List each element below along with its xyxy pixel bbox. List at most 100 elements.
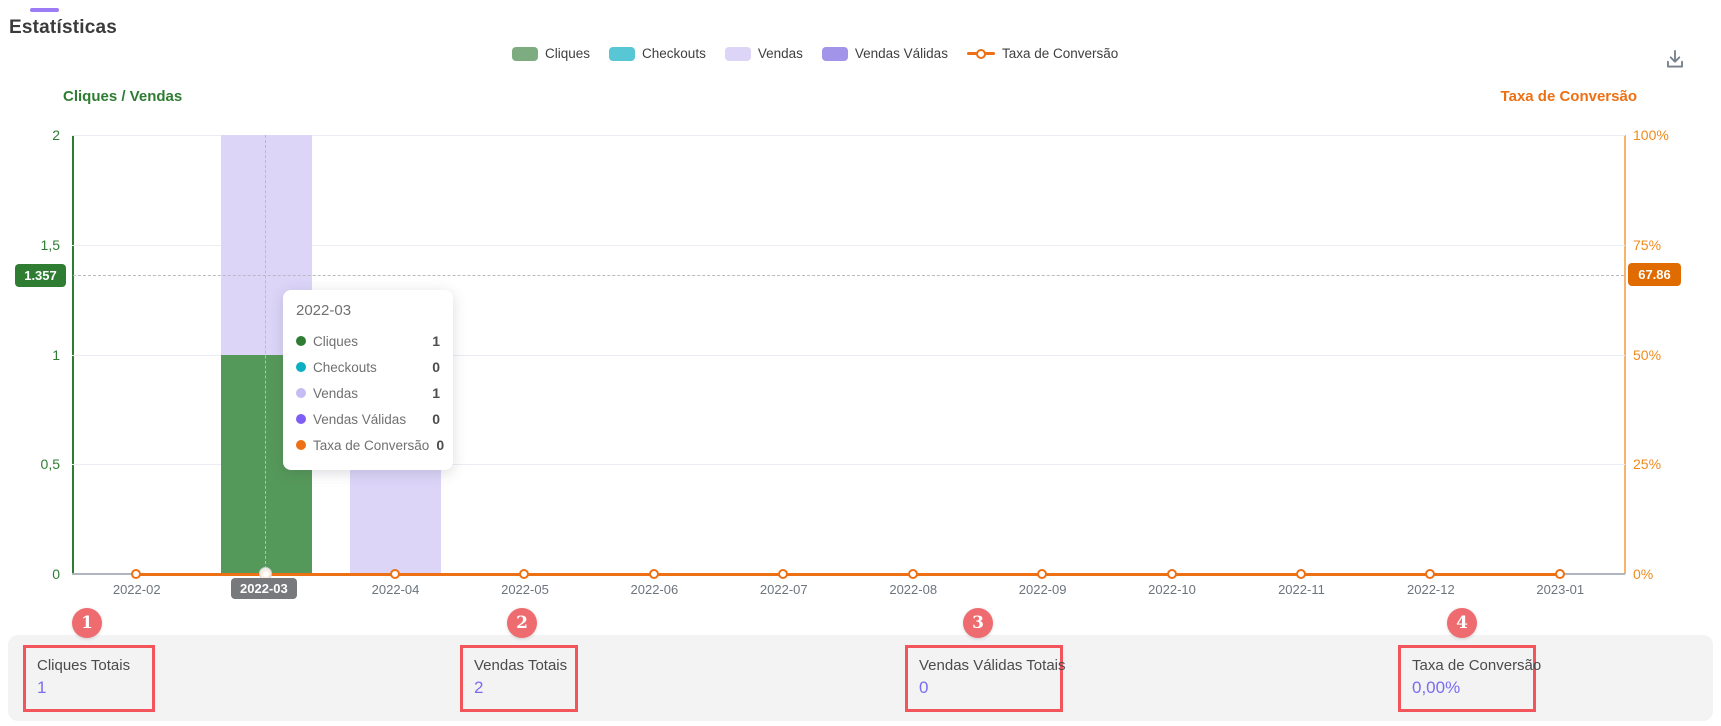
chart-tooltip: 2022-03 Cliques1Checkouts0Vendas1Vendas … xyxy=(283,290,453,470)
tooltip-row: Cliques 1 xyxy=(296,328,440,354)
legend-item-vendas-válidas[interactable]: Vendas Válidas xyxy=(822,46,948,61)
conversion-rate-marker[interactable] xyxy=(908,569,918,579)
x-axis-tick-label: 2022-10 xyxy=(1148,582,1196,597)
conversion-rate-marker[interactable] xyxy=(131,569,141,579)
tooltip-series-dot xyxy=(296,362,306,372)
tooltip-series-dot xyxy=(296,414,306,424)
conversion-rate-marker[interactable] xyxy=(1167,569,1177,579)
legend-color-swatch xyxy=(609,47,635,61)
left-axis-title: Cliques / Vendas xyxy=(63,88,182,105)
x-axis-tick-label: 2022-02 xyxy=(113,582,161,597)
legend-item-cliques[interactable]: Cliques xyxy=(512,46,590,61)
summary-card-4: Taxa de Conversão 0,00% xyxy=(1398,645,1536,712)
page-title: Estatísticas xyxy=(9,17,117,39)
summary-card-label: Vendas Totais xyxy=(474,657,564,674)
accent-dash xyxy=(30,8,59,12)
conversion-rate-marker[interactable] xyxy=(649,569,659,579)
crosshair-right-value-badge: 67.86 xyxy=(1628,263,1681,286)
x-axis-tick-label: 2022-11 xyxy=(1278,582,1325,597)
conversion-rate-line xyxy=(137,573,1561,576)
crosshair-horizontal-line xyxy=(73,275,1624,276)
legend-label: Vendas Válidas xyxy=(855,46,948,61)
tooltip-series-label: Taxa de Conversão xyxy=(313,438,429,453)
legend-color-swatch xyxy=(822,47,848,61)
legend-line-swatch xyxy=(967,47,995,61)
legend-line-ring xyxy=(976,49,986,59)
tooltip-series-dot xyxy=(296,388,306,398)
tooltip-series-value: 0 xyxy=(432,359,440,375)
legend-color-swatch xyxy=(725,47,751,61)
tooltip-series-label: Vendas xyxy=(313,386,425,401)
summary-card-value: 2 xyxy=(474,678,564,698)
legend-item-taxa-de-conversão[interactable]: Taxa de Conversão xyxy=(967,46,1118,61)
crosshair-left-value-badge: 1.357 xyxy=(15,264,66,287)
tooltip-row: Vendas Válidas 0 xyxy=(296,406,440,432)
left-axis-tick-label: 2 xyxy=(52,127,60,143)
conversion-rate-marker[interactable] xyxy=(1037,569,1047,579)
left-axis-tick-label: 0 xyxy=(52,566,60,582)
legend-item-checkouts[interactable]: Checkouts xyxy=(609,46,706,61)
summary-card-value: 1 xyxy=(37,678,141,698)
x-axis-tick-label: 2022-06 xyxy=(631,582,679,597)
summary-card-3: Vendas Válidas Totais 0 xyxy=(905,645,1063,712)
legend-label: Cliques xyxy=(545,46,590,61)
tooltip-series-value: 0 xyxy=(432,411,440,427)
summary-card-label: Cliques Totais xyxy=(37,657,141,674)
summary-card-label: Taxa de Conversão xyxy=(1412,657,1522,674)
annotation-number-4: 4 xyxy=(1447,608,1477,638)
right-axis-tick-label: 50% xyxy=(1633,347,1661,363)
summary-card-2: Vendas Totais 2 xyxy=(460,645,578,712)
annotation-number-3: 3 xyxy=(963,608,993,638)
legend-label: Checkouts xyxy=(642,46,706,61)
conversion-rate-marker[interactable] xyxy=(390,569,400,579)
x-axis-tick-label: 2022-07 xyxy=(760,582,808,597)
x-axis-tick-label: 2022-09 xyxy=(1019,582,1067,597)
left-axis-tick-label: 1 xyxy=(52,347,60,363)
x-axis-tick-label: 2022-05 xyxy=(501,582,549,597)
legend-item-vendas[interactable]: Vendas xyxy=(725,46,803,61)
left-axis-tick-label: 1,5 xyxy=(41,237,60,253)
left-axis-tick-label: 0,5 xyxy=(41,456,60,472)
legend-label: Taxa de Conversão xyxy=(1002,46,1118,61)
conversion-rate-marker[interactable] xyxy=(1555,569,1565,579)
tooltip-series-value: 1 xyxy=(432,385,440,401)
tooltip-row: Checkouts 0 xyxy=(296,354,440,380)
tooltip-series-dot xyxy=(296,440,306,450)
legend-color-swatch xyxy=(512,47,538,61)
conversion-rate-marker[interactable] xyxy=(519,569,529,579)
legend-label: Vendas xyxy=(758,46,803,61)
conversion-rate-marker[interactable] xyxy=(1425,569,1435,579)
tooltip-series-label: Checkouts xyxy=(313,360,425,375)
summary-card-value: 0 xyxy=(919,678,1049,698)
right-axis-tick-label: 0% xyxy=(1633,566,1653,582)
right-axis-tick-label: 75% xyxy=(1633,237,1661,253)
summary-card-value: 0,00% xyxy=(1412,678,1522,698)
right-axis-title: Taxa de Conversão xyxy=(1501,88,1637,105)
crosshair-x-label: 2022-03 xyxy=(231,578,297,599)
x-axis-tick-label: 2022-08 xyxy=(889,582,937,597)
right-axis-tick-label: 25% xyxy=(1633,456,1661,472)
bar-vendas[interactable] xyxy=(350,464,441,574)
tooltip-title: 2022-03 xyxy=(296,302,440,319)
tooltip-series-value: 1 xyxy=(432,333,440,349)
tooltip-series-value: 0 xyxy=(436,437,444,453)
tooltip-row: Taxa de Conversão0 xyxy=(296,432,440,458)
summary-card-label: Vendas Válidas Totais xyxy=(919,657,1049,674)
tooltip-row: Vendas 1 xyxy=(296,380,440,406)
chart-legend: Cliques Checkouts Vendas Vendas Válidas Taxa… xyxy=(512,46,1118,61)
annotation-number-2: 2 xyxy=(507,608,537,638)
annotation-number-1: 1 xyxy=(72,608,102,638)
conversion-rate-marker[interactable] xyxy=(1296,569,1306,579)
x-axis-tick-label: 2022-04 xyxy=(372,582,420,597)
tooltip-series-dot xyxy=(296,336,306,346)
x-axis-tick-label: 2022-12 xyxy=(1407,582,1455,597)
download-icon[interactable] xyxy=(1662,46,1688,72)
crosshair-vertical-line xyxy=(265,135,266,574)
right-axis-tick-label: 100% xyxy=(1633,127,1669,143)
x-axis-tick-label: 2023-01 xyxy=(1536,582,1584,597)
tooltip-series-label: Cliques xyxy=(313,334,425,349)
tooltip-rows: Cliques 1 Checkouts 0 Vendas 1 Vendas Válidas 0… xyxy=(296,328,440,458)
summary-card-1: Cliques Totais 1 xyxy=(23,645,155,712)
tooltip-series-label: Vendas Válidas xyxy=(313,412,425,427)
conversion-rate-marker[interactable] xyxy=(778,569,788,579)
